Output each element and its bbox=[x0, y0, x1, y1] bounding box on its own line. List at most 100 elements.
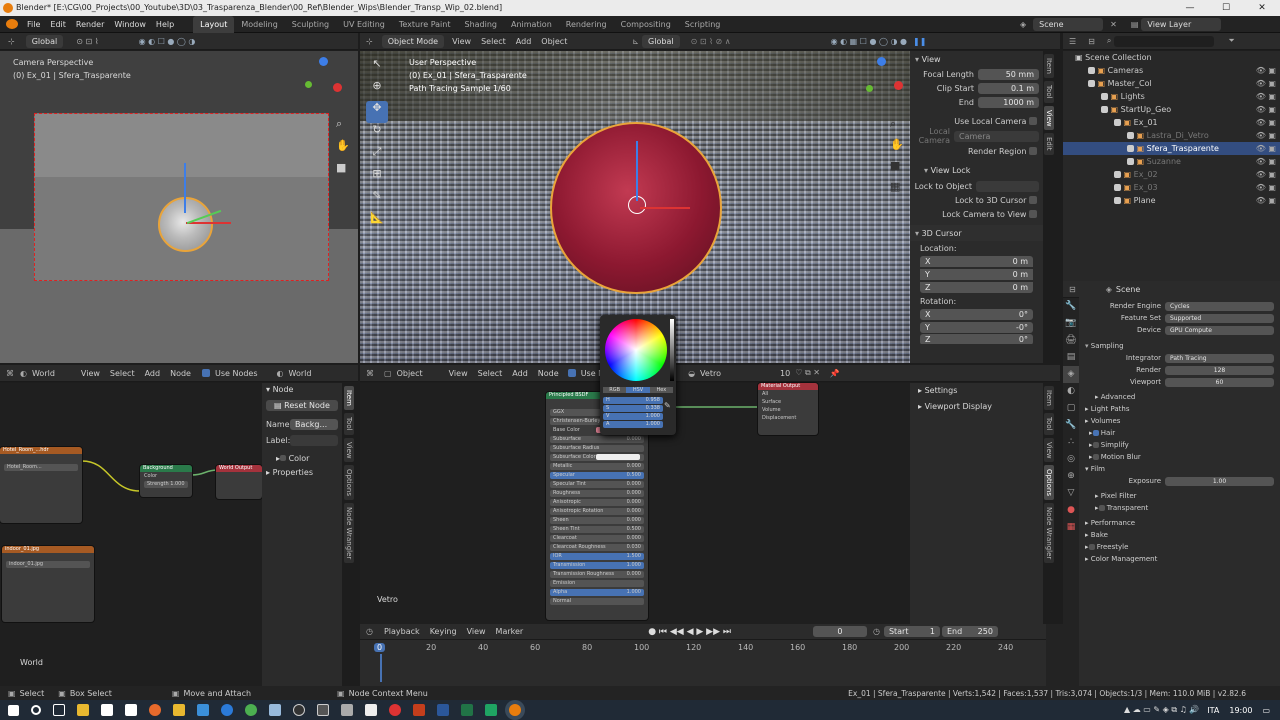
timeline-ruler[interactable]: 0 20 40 60 80 100 120 140 160 180 200 220 240 bbox=[360, 640, 1046, 686]
shading-icons[interactable]: ◉ ◐ ▦ ☐ ● ◯ ◑ ● bbox=[831, 37, 907, 46]
simplify-checkbox[interactable] bbox=[1092, 442, 1099, 448]
tab-rendering[interactable]: Rendering bbox=[559, 16, 614, 33]
tab-layout[interactable]: Layout bbox=[193, 15, 235, 33]
left-overlay-icons[interactable]: ◉ ◐ ☐ ● ◯ ◑ bbox=[139, 37, 196, 46]
subsurface-color-swatch[interactable] bbox=[596, 454, 640, 460]
shader-use-nodes-checkbox[interactable] bbox=[567, 369, 576, 377]
lock-cursor-checkbox[interactable] bbox=[1029, 196, 1037, 204]
taskbar-search-icon[interactable] bbox=[31, 705, 41, 715]
playhead[interactable] bbox=[380, 654, 382, 682]
node-tab-view[interactable]: View bbox=[344, 437, 354, 463]
outliner-checkbox[interactable] bbox=[1127, 158, 1134, 165]
left-3d-viewport[interactable]: Camera Perspective (0) Ex_01 | Sfera_Tra… bbox=[0, 51, 358, 363]
outliner-checkbox[interactable] bbox=[1114, 184, 1121, 191]
visibility-eye-icon[interactable]: 👁 ▣ bbox=[1256, 168, 1276, 181]
measure-tool-icon[interactable]: 📐 bbox=[366, 211, 388, 233]
settings-panel[interactable]: ▸ Settings bbox=[910, 384, 1043, 397]
axis-x-icon[interactable] bbox=[333, 83, 342, 92]
visibility-eye-icon[interactable]: 👁 ▣ bbox=[1256, 194, 1276, 207]
performance-panel[interactable]: ▸ Performance bbox=[1085, 517, 1274, 529]
tab-scripting[interactable]: Scripting bbox=[678, 16, 728, 33]
visibility-eye-icon[interactable]: 👁 ▣ bbox=[1256, 77, 1276, 90]
pause-icon[interactable]: ❚❚ bbox=[913, 37, 926, 46]
advanced-panel[interactable]: ▸ Advanced bbox=[1085, 391, 1274, 403]
scene-field[interactable]: Scene bbox=[1033, 18, 1104, 31]
material-actions-icons[interactable]: ♡ ⧉ ✕ bbox=[795, 368, 820, 378]
mode-dropdown[interactable]: Object Mode bbox=[381, 34, 445, 48]
picker-value-field[interactable]: V 1.000 bbox=[603, 413, 663, 420]
rotate-tool-icon[interactable]: ↻ bbox=[366, 123, 388, 145]
color-management-panel[interactable]: ▸ Color Management bbox=[1085, 553, 1274, 565]
simplify-panel[interactable]: ▸ Simplify bbox=[1085, 439, 1274, 451]
menu-edit[interactable]: Edit bbox=[45, 16, 71, 33]
start-frame-field[interactable]: Start 1 bbox=[883, 626, 940, 637]
edge-icon[interactable] bbox=[221, 704, 233, 716]
node-tab-options[interactable]: Options bbox=[344, 465, 354, 501]
camera-view-icon[interactable]: ■ bbox=[336, 157, 350, 179]
mout-socket-row[interactable]: Displacement bbox=[758, 414, 818, 422]
world-menu-select[interactable]: Select bbox=[105, 365, 140, 382]
playback-menu[interactable]: Playback bbox=[379, 623, 425, 640]
modifier-props-icon[interactable]: 🔧 bbox=[1063, 417, 1079, 434]
snap-icons[interactable]: ⊙ ⊡ ⌇ ⊘ ∧ bbox=[691, 37, 731, 46]
node-tab-tool[interactable]: Tool bbox=[344, 412, 354, 435]
picker-tab-rgb[interactable]: RGB bbox=[603, 387, 627, 393]
left-orientation-dropdown[interactable]: Global bbox=[25, 34, 64, 48]
close-button[interactable]: ✕ bbox=[1244, 0, 1280, 16]
visibility-eye-icon[interactable]: 👁 ▣ bbox=[1256, 64, 1276, 77]
bsdf-input-row[interactable]: Transmission 1.000 bbox=[550, 562, 644, 569]
minimize-button[interactable]: — bbox=[1172, 0, 1208, 16]
bsdf-input-row[interactable]: Metallic 0.000 bbox=[550, 463, 644, 470]
tab-shading[interactable]: Shading bbox=[457, 16, 504, 33]
world-node-canvas[interactable]: Hotel_Room_...hdr Hotel_Room... Backgrou… bbox=[0, 383, 262, 686]
word-icon[interactable] bbox=[437, 704, 449, 716]
main-pan-icon[interactable]: ✋ bbox=[890, 134, 904, 155]
timeline-editor-icon[interactable]: ◷ bbox=[366, 627, 373, 636]
end-frame-field[interactable]: End 250 bbox=[941, 626, 998, 637]
sidebar-tab-view[interactable]: View bbox=[1044, 105, 1054, 131]
output-props-icon[interactable]: 🖨 bbox=[1063, 332, 1079, 349]
notifications-icon[interactable]: ▭ bbox=[1262, 706, 1270, 715]
chrome-icon[interactable] bbox=[245, 704, 257, 716]
app-icon-3[interactable] bbox=[341, 704, 353, 716]
outliner-checkbox[interactable] bbox=[1114, 171, 1121, 178]
scene-close-icon[interactable]: ✕ bbox=[1110, 20, 1117, 29]
render-engine-dropdown[interactable]: Cycles bbox=[1165, 301, 1274, 311]
maximize-button[interactable]: ☐ bbox=[1208, 0, 1244, 16]
timeline-view-menu[interactable]: View bbox=[462, 623, 491, 640]
world-type-dropdown[interactable]: World bbox=[27, 365, 60, 382]
mail-icon[interactable] bbox=[101, 704, 113, 716]
bsdf-input-row[interactable]: Clearcoat 0.000 bbox=[550, 535, 644, 542]
bsdf-input-row[interactable]: Subsurface Color bbox=[550, 454, 644, 461]
preview-range-icon[interactable]: ◷ bbox=[873, 627, 880, 636]
transparent-checkbox[interactable] bbox=[1098, 505, 1105, 511]
light-paths-panel[interactable]: ▸ Light Paths bbox=[1085, 403, 1274, 415]
bake-panel[interactable]: ▸ Bake bbox=[1085, 529, 1274, 541]
use-local-camera-checkbox[interactable] bbox=[1029, 117, 1037, 125]
main-gizmo-z[interactable] bbox=[636, 141, 638, 201]
app-icon-5[interactable] bbox=[485, 704, 497, 716]
inkscape-icon[interactable] bbox=[365, 704, 377, 716]
menu-render[interactable]: Render bbox=[71, 16, 109, 33]
outliner-checkbox[interactable] bbox=[1114, 197, 1121, 204]
value-slider[interactable] bbox=[670, 319, 674, 381]
menu-object[interactable]: Object bbox=[536, 33, 572, 50]
view-layer-props-icon[interactable]: ▤ bbox=[1063, 349, 1079, 366]
outliner-item[interactable]: ▣ StartUp_Geo 👁 ▣ bbox=[1063, 103, 1280, 116]
sampling-panel-header[interactable]: ▾ Sampling bbox=[1085, 340, 1274, 352]
visibility-eye-icon[interactable]: 👁 ▣ bbox=[1256, 90, 1276, 103]
viewport-display-panel[interactable]: ▸ Viewport Display bbox=[910, 400, 1043, 413]
bsdf-input-row[interactable]: Subsurface 0.000 bbox=[550, 436, 644, 443]
visibility-eye-icon[interactable]: 👁 ▣ bbox=[1256, 129, 1276, 142]
blender-menu-icon[interactable] bbox=[6, 19, 18, 29]
tab-texture-paint[interactable]: Texture Paint bbox=[392, 16, 458, 33]
device-dropdown[interactable]: GPU Compute bbox=[1165, 325, 1274, 335]
app-icon-1[interactable] bbox=[269, 704, 281, 716]
tray-icons[interactable]: ▲ ☁ ▭ ✎ ◈ ⧉ ♫ 🔊 bbox=[1124, 705, 1199, 715]
outliner-item[interactable]: ▣ Plane 👁 ▣ bbox=[1063, 194, 1280, 207]
firefox-icon[interactable] bbox=[149, 704, 161, 716]
select-tool-icon[interactable]: ↖ bbox=[366, 57, 388, 79]
mout-socket-row[interactable]: All bbox=[758, 390, 818, 398]
texture-props-icon[interactable]: ▦ bbox=[1063, 519, 1079, 536]
clip-end-field[interactable]: 1000 m bbox=[978, 96, 1039, 108]
